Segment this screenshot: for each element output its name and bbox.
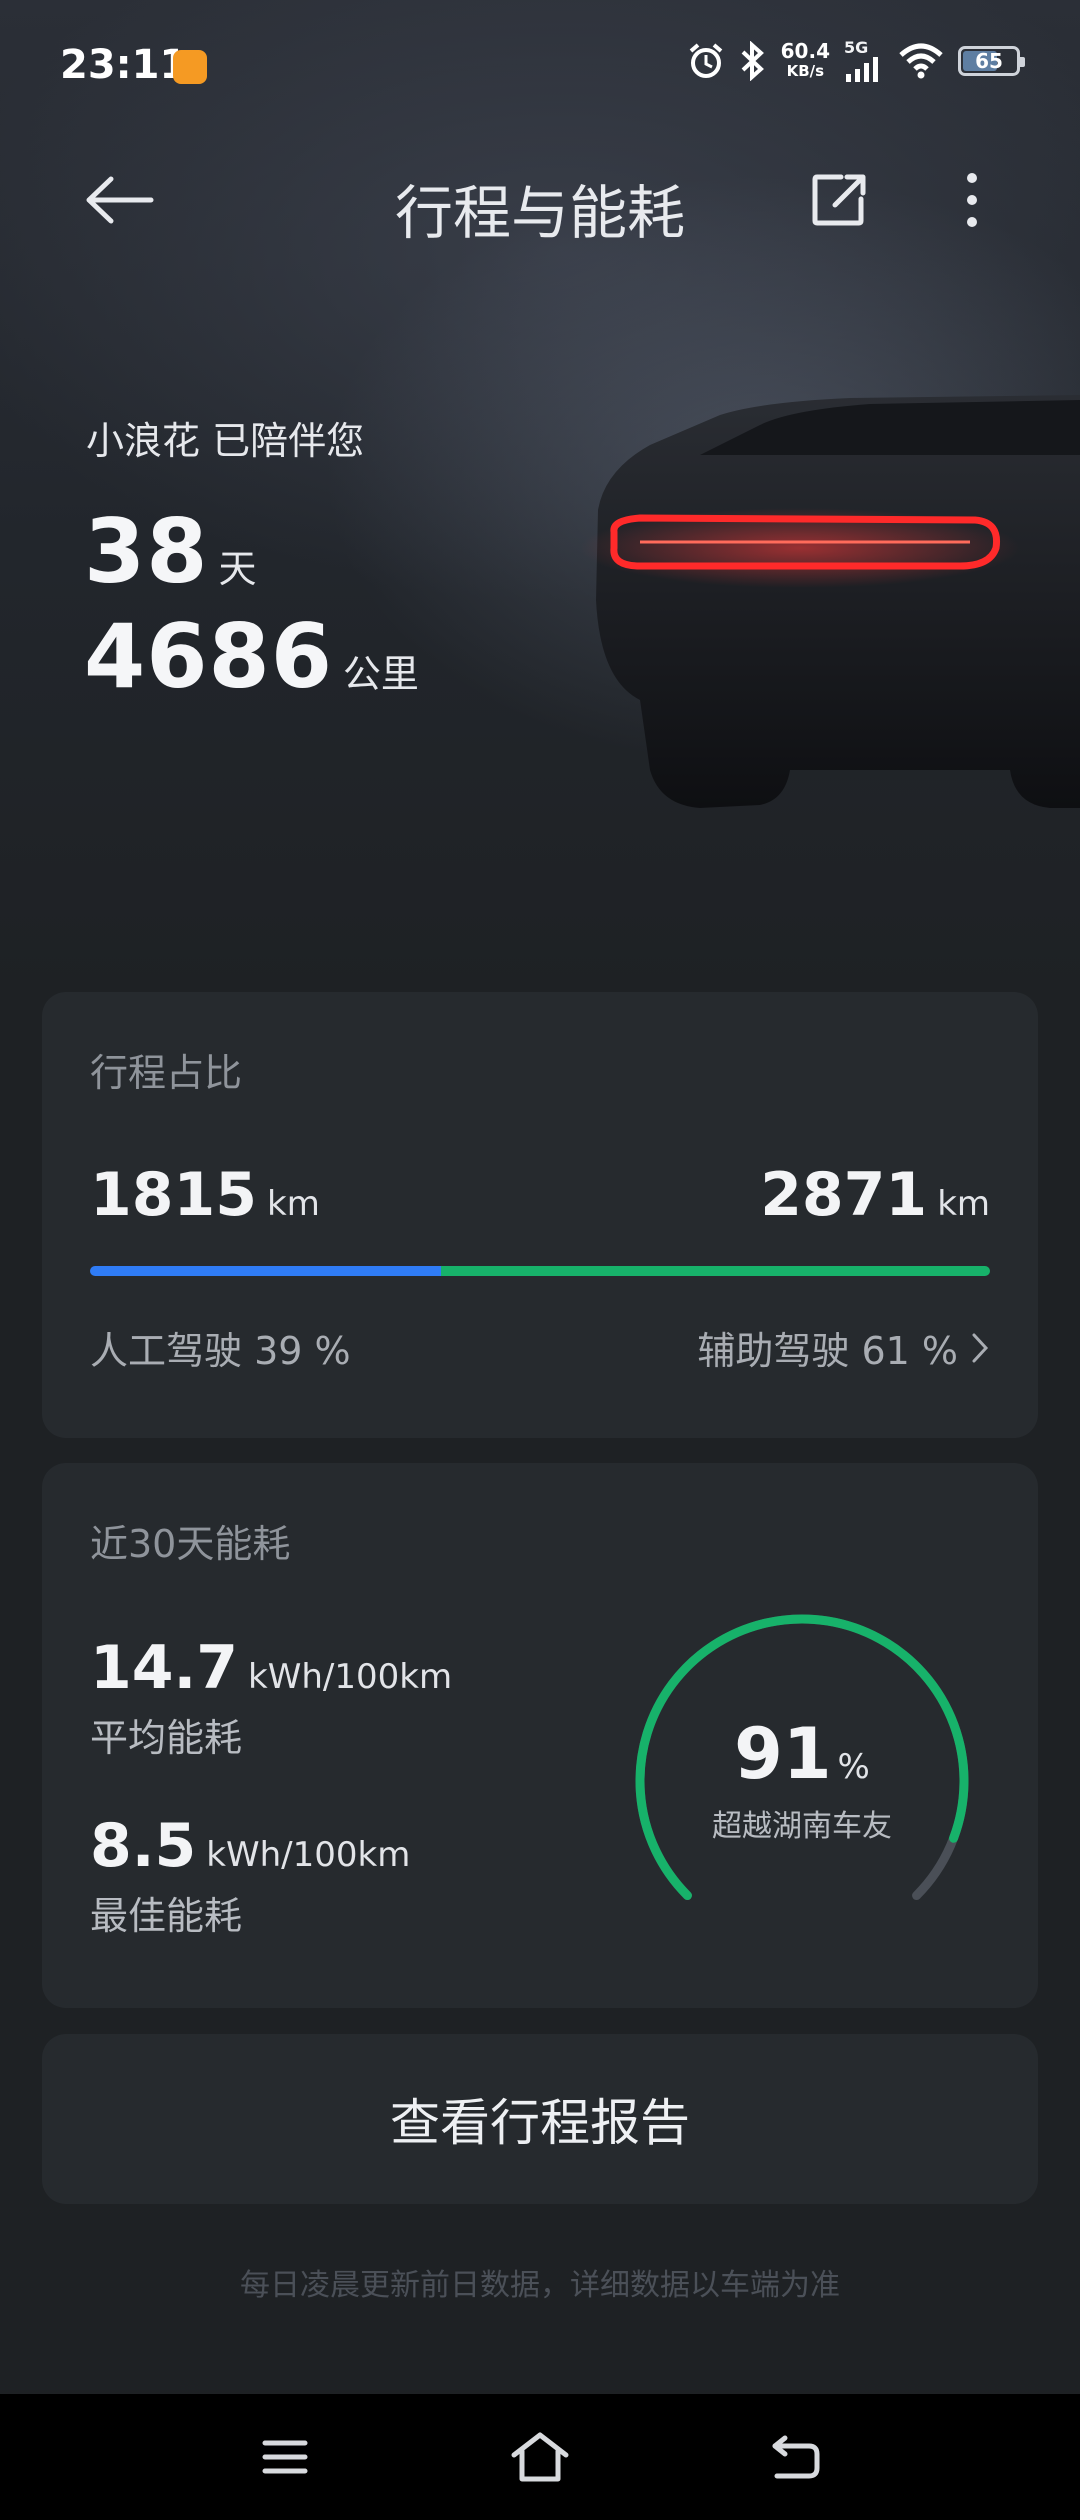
average-consumption: 14.7 kWh/100km 平均能耗 [90,1633,453,1760]
distance-value: 4686 [84,605,333,708]
distance-stat: 4686 公里 [84,605,419,708]
battery-indicator: 65 [958,46,1025,76]
more-vertical-icon [967,173,977,227]
percentile-value: 91 [734,1713,832,1795]
share-icon [812,174,866,226]
home-button[interactable] [505,2422,575,2492]
return-icon [772,2435,820,2479]
companion-text: 小浪花 已陪伴您 [86,419,365,463]
signal-indicator: 5G [844,40,884,82]
assist-segment [441,1266,990,1276]
view-trip-report-button[interactable]: 查看行程报告 [42,2034,1038,2204]
trip-ratio-bar [90,1266,990,1276]
assist-distance: 2871 km [760,1160,990,1230]
bluetooth-icon [741,41,764,81]
energy-card-title: 近30天能耗 [90,1522,291,1566]
days-stat: 38 天 [84,500,256,603]
days-unit: 天 [218,547,257,591]
signal-icon [846,57,878,82]
best-consumption: 8.5 kWh/100km 最佳能耗 [90,1811,411,1938]
status-bar: 23:11 60.4 KB/s 5G 65 [0,0,1080,140]
wifi-icon [899,43,943,79]
gauge-center: 91 % 超越湖南车友 [622,1713,982,1845]
home-icon [511,2432,569,2482]
footnote: 每日凌晨更新前日数据，详细数据以车端为准 [240,2268,840,2303]
network-speed: 60.4 KB/s [780,39,830,80]
alarm-icon [689,43,722,78]
percentile-label: 超越湖南车友 [712,1809,892,1844]
app-notification-icon [173,50,207,84]
manual-segment [90,1266,441,1276]
trip-ratio-card[interactable]: 行程占比 1815 km 2871 km 人工驾驶 39 % 辅助驾驶 61 % [42,992,1038,1438]
percentile-unit: % [837,1747,870,1787]
days-value: 38 [84,500,209,603]
page-title: 行程与能耗 [394,179,685,247]
energy-card: 近30天能耗 14.7 kWh/100km 平均能耗 8.5 kWh/100km… [42,1463,1038,2008]
recents-button[interactable] [250,2422,320,2492]
trip-card-title: 行程占比 [90,1051,243,1095]
manual-distance: 1815 km [90,1160,320,1230]
more-options-button[interactable] [946,168,998,232]
assist-label: 辅助驾驶 61 % [697,1329,958,1373]
header: 行程与能耗 [0,150,1080,250]
assist-link[interactable]: 辅助驾驶 61 % [697,1320,990,1375]
chevron-right-icon [972,1333,989,1362]
status-time: 23:11 [60,42,188,88]
manual-label: 人工驾驶 39 % [90,1329,351,1373]
menu-icon [262,2440,308,2474]
system-navigation-bar [0,2394,1080,2520]
back-nav-button[interactable] [760,2422,830,2492]
distance-unit: 公里 [342,652,419,696]
share-button[interactable] [808,168,872,232]
